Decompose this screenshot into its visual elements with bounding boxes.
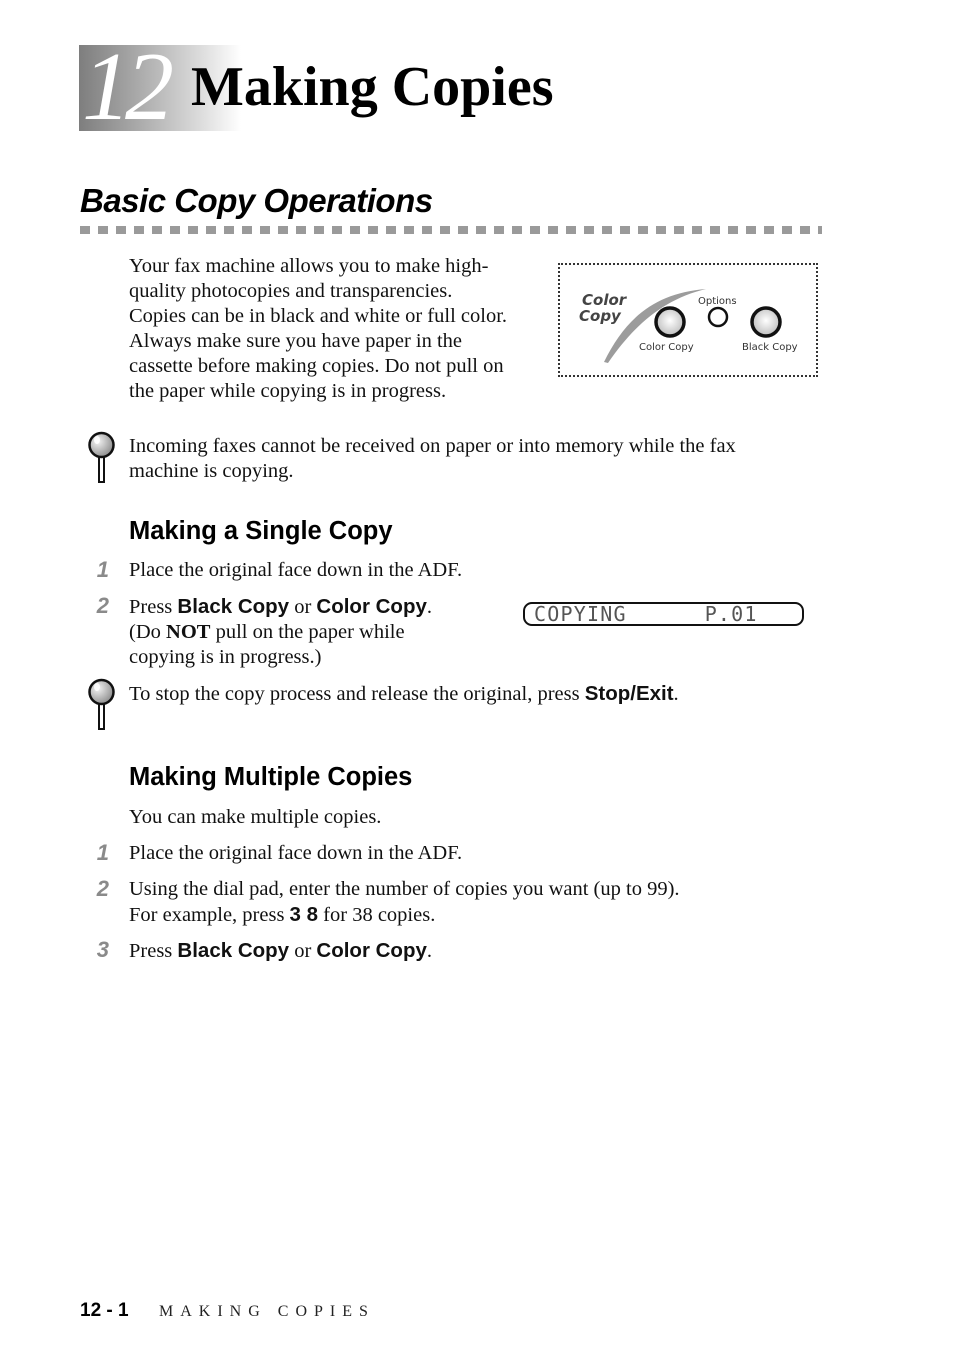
intro-line: Always make sure you have paper in the [129,330,463,352]
control-panel-illustration: Color Copy Options Color Copy Black Copy [558,263,818,377]
step-text-fragment: . [426,596,432,618]
lcd-page-text: P.01 [704,602,758,626]
note-incoming-faxes: Incoming faxes cannot be received on pap… [129,434,809,484]
color-copy-button [654,306,686,338]
step-text-fragment: or [289,596,317,618]
subheading-single-copy: Making a Single Copy [129,517,393,545]
page-number: 12 - 1 [80,1300,129,1321]
note-text: To stop the copy process and release the… [129,683,585,705]
intro-paragraph: Your fax machine allows you to make high… [129,254,549,404]
section-title: Basic Copy Operations [80,182,433,219]
color-copy-label: Color Copy [639,342,694,353]
step-text-fragment: or [289,940,317,962]
step-text-fragment: pull on the paper while [210,621,405,643]
panel-drawing: Color Copy Options Color Copy Black Copy [579,289,798,363]
step-line: (Do NOT pull on the paper while [129,620,509,645]
intro-line: the paper while copying is in progress. [129,380,447,402]
multiple-copies-intro: You can make multiple copies. [129,806,382,828]
step-text: Place the original face down in the ADF. [129,559,463,581]
note-stop-exit: To stop the copy process and release the… [129,681,809,707]
intro-line: Copies can be in black and white or full… [129,305,508,327]
options-button [707,306,729,328]
step-line: Using the dial pad, enter the number of … [129,878,680,900]
key-digits: 3 8 [289,903,319,926]
key-color-copy: Color Copy [316,939,427,962]
step-text-fragment: for 38 copies. [318,904,436,926]
magnifier-note-icon [87,431,117,483]
subheading-multiple-copies: Making Multiple Copies [129,763,413,791]
step-text-fragment: . [426,940,432,962]
panel-logo-line2: Copy [579,307,622,325]
step-text-fragment: Press [129,940,178,962]
section-divider [80,226,822,234]
step-text-fragment: (Do [129,621,167,643]
step-number: 1 [96,557,109,582]
step-line: Press Black Copy or Color Copy. [129,594,509,620]
chapter-number: 12 [82,33,174,141]
intro-line: quality photocopies and transparencies. [129,280,453,302]
step-number: 3 [96,937,109,962]
note-text: . [673,683,679,705]
emphasis-not: NOT [166,621,211,643]
step-number: 1 [96,840,109,865]
lcd-display: COPYING P.01 [523,602,804,626]
key-black-copy: Black Copy [177,939,290,962]
step-number: 2 [96,593,109,618]
step-line: copying is in progress.) [129,646,322,668]
step-text: Place the original face down in the ADF. [129,842,463,864]
step-line: For example, press 3 8 for 38 copies. [129,902,769,928]
step-text: Press Black Copy or Color Copy. (Do NOT … [129,594,509,670]
note-line: machine is copying. [129,460,294,482]
step-number: 2 [96,876,109,901]
chapter-title: Making Copies [191,56,554,118]
intro-line: cassette before making copies. Do not pu… [129,355,504,377]
black-copy-button [750,306,782,338]
magnifier-note-icon [87,678,117,730]
key-black-copy: Black Copy [177,595,290,618]
key-stop-exit: Stop/Exit [584,682,674,705]
step-text: Press Black Copy or Color Copy. [129,938,432,964]
intro-line: Your fax machine allows you to make high… [129,255,489,277]
key-color-copy: Color Copy [316,595,427,618]
step-text: Using the dial pad, enter the number of … [129,877,769,928]
step-text-fragment: For example, press [129,904,290,926]
step-text-fragment: Press [129,596,178,618]
footer-chapter-title: MAKING COPIES [159,1303,375,1320]
black-copy-label: Black Copy [742,342,798,353]
note-line: Incoming faxes cannot be received on pap… [129,435,736,457]
lcd-status-text: COPYING [534,602,627,626]
options-label: Options [698,296,737,307]
